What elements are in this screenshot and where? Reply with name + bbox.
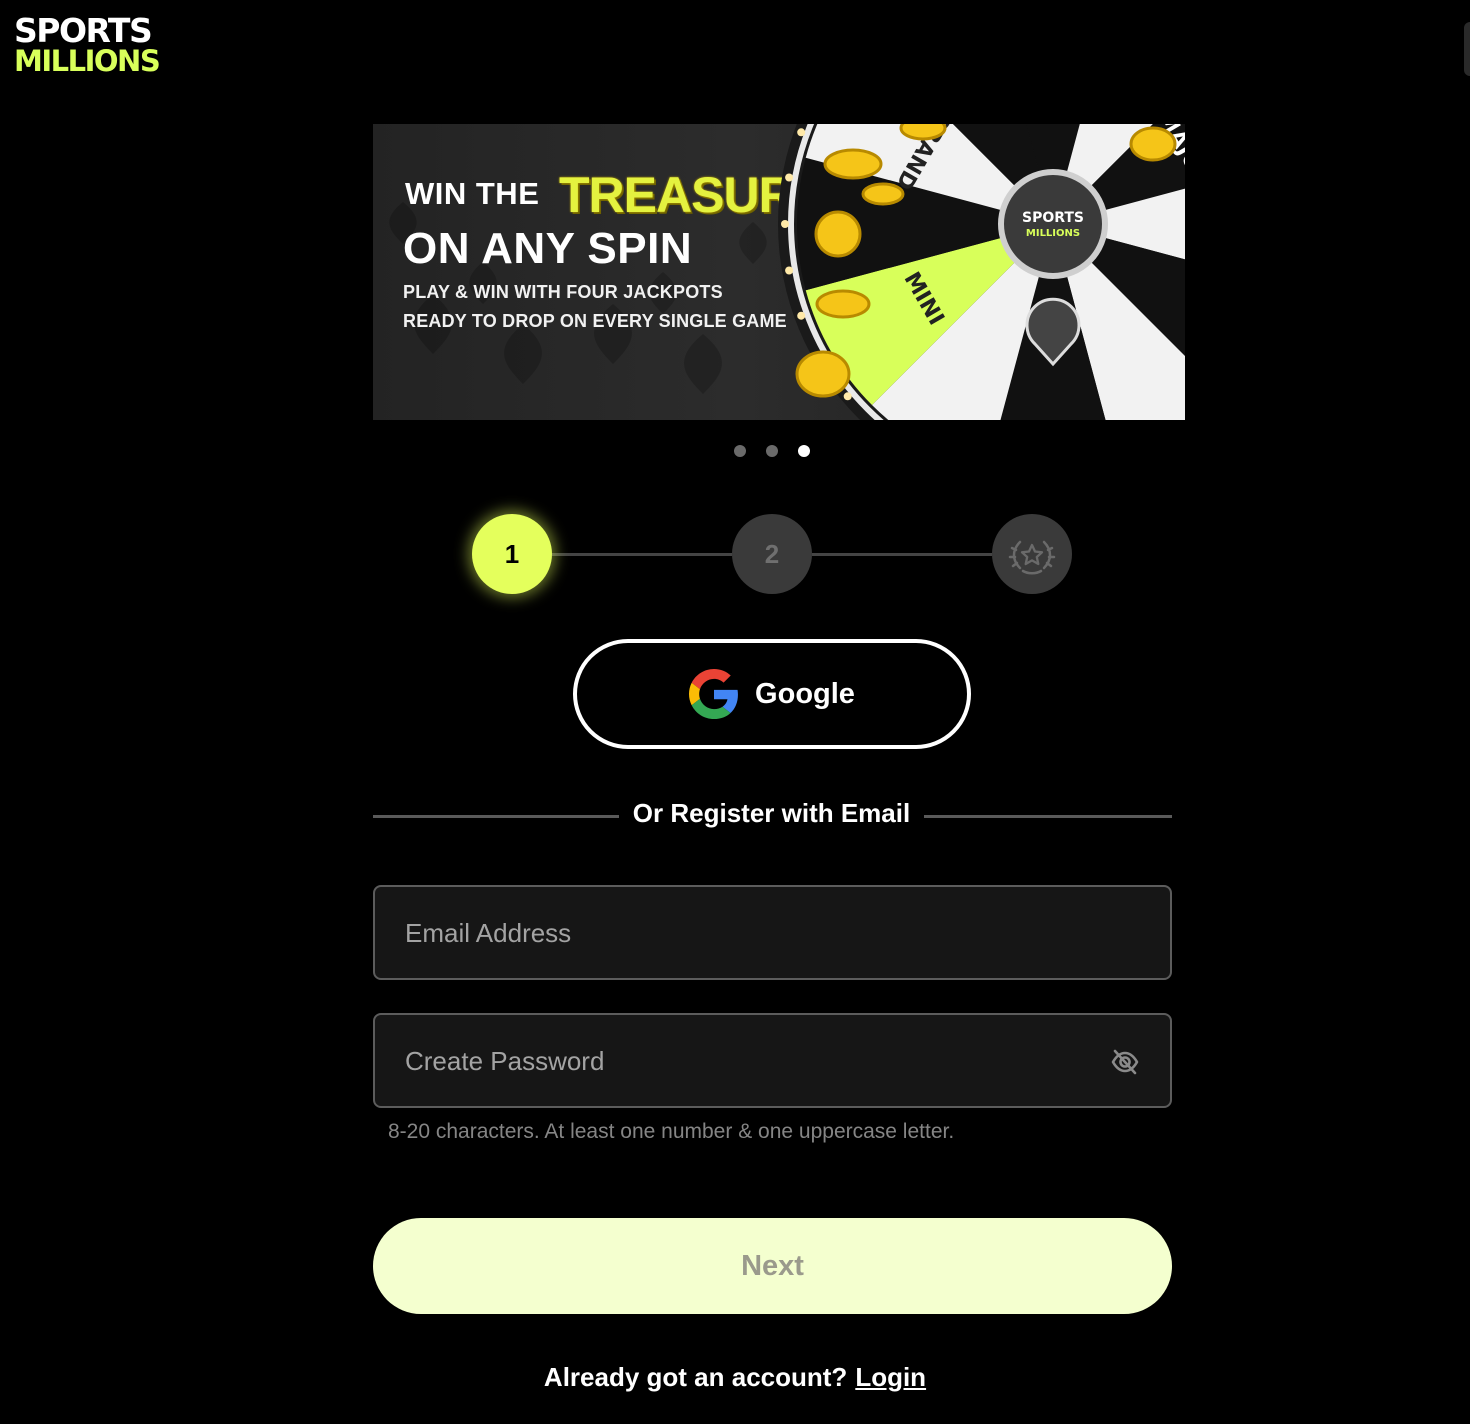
carousel-dot-3[interactable] [798,445,810,457]
wheel-light [781,220,789,228]
stepper-connector-1 [552,553,732,556]
banner-subtext-2: READY TO DROP ON EVERY SINGLE GAME [403,311,787,331]
password-requirements-hint: 8-20 characters. At least one number & o… [388,1120,955,1143]
wheel-light [797,311,806,320]
carousel-dot-1[interactable] [734,445,746,457]
next-button[interactable]: Next [373,1218,1172,1314]
stepper-connector-2 [812,553,992,556]
login-link[interactable]: Login [855,1362,926,1392]
google-logo-icon [689,669,738,719]
step-2-label: 2 [764,538,780,569]
divider-right [924,815,1172,818]
eye-off-icon[interactable] [1110,1047,1140,1077]
wheel-light [797,128,806,137]
email-field-container [373,885,1172,980]
banner-headline-prefix: WIN THE [405,176,540,211]
wheel-light [785,173,794,182]
wheel-light [843,392,852,401]
wheel-hub-text-2: MILLIONS [1026,228,1080,239]
step-1-label: 1 [504,538,520,569]
carousel-dot-2[interactable] [766,445,778,457]
email-field[interactable] [403,887,1107,980]
password-field[interactable] [403,1015,1107,1108]
google-button-label: Google [755,677,855,710]
registration-page: SPORTS MILLIONS WIN THE TREASURE ON ANY … [0,0,1470,1424]
promo-banner[interactable]: WIN THE TREASURE ON ANY SPIN PLAY & WIN … [373,124,1185,420]
jackpot-wheel: MINI MINORMAJORGRANDMINIMAJORGRAND SPORTS… [778,124,1185,420]
banner-subtext-1: PLAY & WIN WITH FOUR JACKPOTS [403,282,723,302]
banner-headline: ON ANY SPIN [403,224,693,273]
login-prompt-text: Already got an account? [543,1362,848,1392]
logo-line-1: SPORTS [14,11,153,50]
register-email-divider-text: Or Register with Email [632,798,911,828]
logo-line-2: MILLIONS [14,44,161,78]
wheel-light [785,266,794,275]
step-2-indicator: 2 [732,514,812,594]
password-field-container [373,1013,1172,1108]
laurel-star-icon [1008,540,1056,575]
side-panel-handle[interactable] [1464,22,1470,76]
divider-left [373,815,619,818]
google-signin-button[interactable]: Google [573,639,971,749]
login-prompt: Already got an account? Login [0,1362,1470,1393]
wheel-hub-text-1: SPORTS [1022,210,1084,226]
carousel-dots [734,445,810,457]
step-3-indicator [992,514,1072,594]
brand-logo[interactable]: SPORTS MILLIONS [14,11,161,78]
step-1-indicator: 1 [472,514,552,594]
